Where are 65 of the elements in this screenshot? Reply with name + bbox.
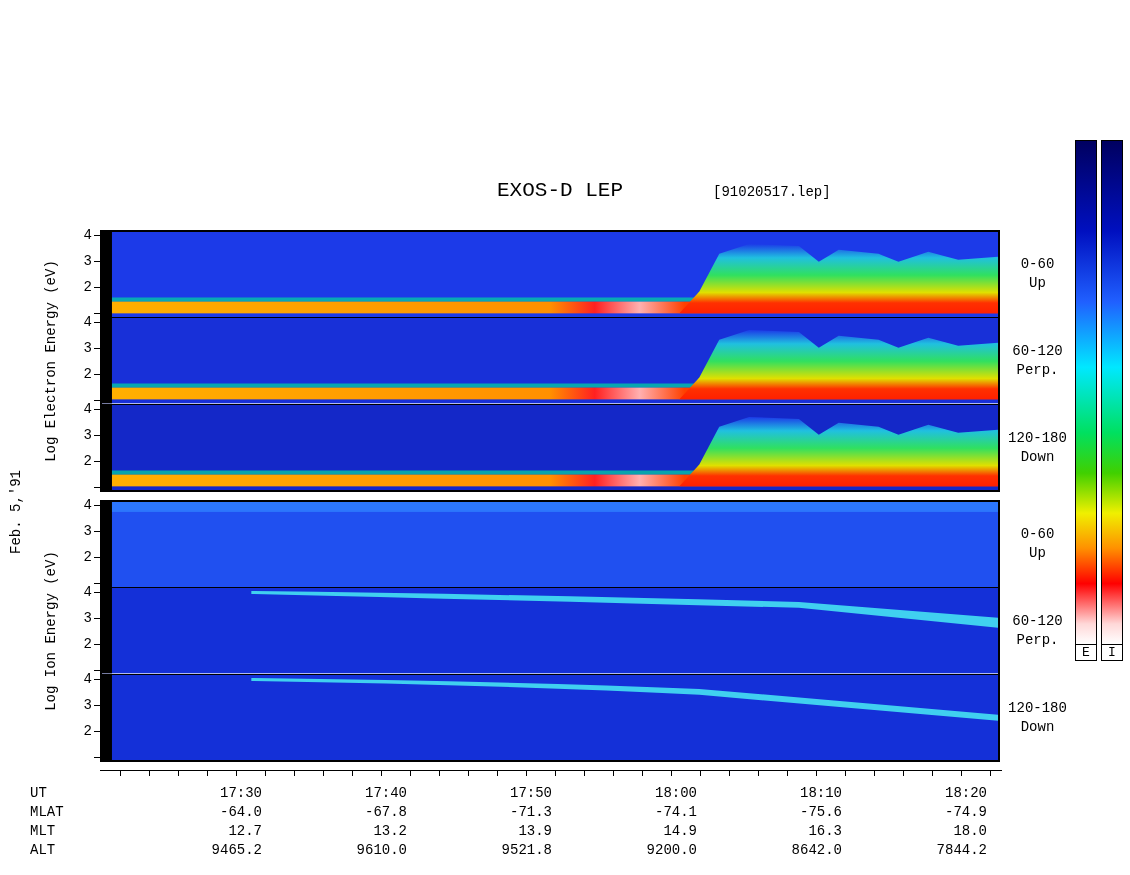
table-cell-text: 14.9 (662, 822, 697, 841)
date-label: Feb. 5,'91 (6, 470, 25, 554)
tick-label: 2 (83, 550, 92, 564)
tick-label: 3 (83, 341, 92, 355)
color-scale-label: E (1075, 645, 1097, 661)
direction-label: Up (1029, 273, 1046, 293)
table-cell-text: 9465.2 (210, 841, 262, 860)
table-cell-text: 18:20 (944, 784, 987, 803)
pitch-angle-label: 60-120 (1012, 341, 1063, 361)
tick-label: 2 (83, 454, 92, 468)
table-cell-text: -64.0 (219, 803, 262, 822)
direction-label: Up (1029, 543, 1046, 563)
pitch-angle-label: 0-60 (1020, 254, 1055, 274)
table-cell-text: 18.0 (952, 822, 987, 841)
tick-label: 4 (83, 315, 92, 329)
pitch-angle-label: 120-180 (1008, 698, 1067, 718)
row-label: ALT (30, 841, 57, 860)
file-label: [91020517.lep] (713, 183, 831, 202)
table-cell-text: 9200.0 (645, 841, 697, 860)
direction-label: Down (1020, 447, 1055, 467)
color-scale-label: I (1101, 645, 1123, 661)
tick-label: 3 (83, 428, 92, 442)
pitch-angle-label: 60-120 (1012, 611, 1063, 631)
table-cell-text: 16.3 (807, 822, 842, 841)
tick-label: 4 (83, 585, 92, 599)
table-cell-text: 13.9 (517, 822, 552, 841)
table-cell-text: 17:30 (219, 784, 262, 803)
pitch-angle-label: 120-180 (1008, 428, 1067, 448)
table-cell-text: -74.1 (654, 803, 697, 822)
table-cell-text: 18:00 (654, 784, 697, 803)
table-cell-text: -75.6 (799, 803, 842, 822)
tick-label: 2 (83, 367, 92, 381)
tick-label: 3 (83, 698, 92, 712)
row-label: UT (30, 784, 48, 803)
table-cell-text: -71.3 (509, 803, 552, 822)
tick-label: 3 (83, 524, 92, 538)
tick-label: 2 (83, 280, 92, 294)
pitch-angle-label: 0-60 (1020, 524, 1055, 544)
table-cell-text: 18:10 (799, 784, 842, 803)
axis-label: Log Electron Energy (eV) (41, 260, 60, 462)
direction-label: Perp. (1016, 360, 1059, 380)
direction-label: Perp. (1016, 630, 1059, 650)
tick-label: 3 (83, 611, 92, 625)
table-cell-text: 17:40 (364, 784, 407, 803)
tick-label: 4 (83, 228, 92, 242)
table-cell-text: -67.8 (364, 803, 407, 822)
tick-label: 2 (83, 724, 92, 738)
tick-label: 4 (83, 672, 92, 686)
table-cell-text: 9521.8 (500, 841, 552, 860)
table-cell-text: 12.7 (227, 822, 262, 841)
axis-label: Log Ion Energy (eV) (41, 551, 60, 711)
row-label: MLAT (30, 803, 65, 822)
table-cell-text: 13.2 (372, 822, 407, 841)
row-label: MLT (30, 822, 57, 841)
table-cell-text: 9610.0 (355, 841, 407, 860)
table-cell-text: 8642.0 (790, 841, 842, 860)
tick-label: 3 (83, 254, 92, 268)
table-cell-text: -74.9 (944, 803, 987, 822)
tick-label: 4 (83, 402, 92, 416)
direction-label: Down (1020, 717, 1055, 737)
table-cell-text: 17:50 (509, 784, 552, 803)
table-cell-text: 7844.2 (935, 841, 987, 860)
tick-label: 2 (83, 637, 92, 651)
tick-label: 4 (83, 498, 92, 512)
plot-title: EXOS-D LEP (497, 178, 624, 204)
